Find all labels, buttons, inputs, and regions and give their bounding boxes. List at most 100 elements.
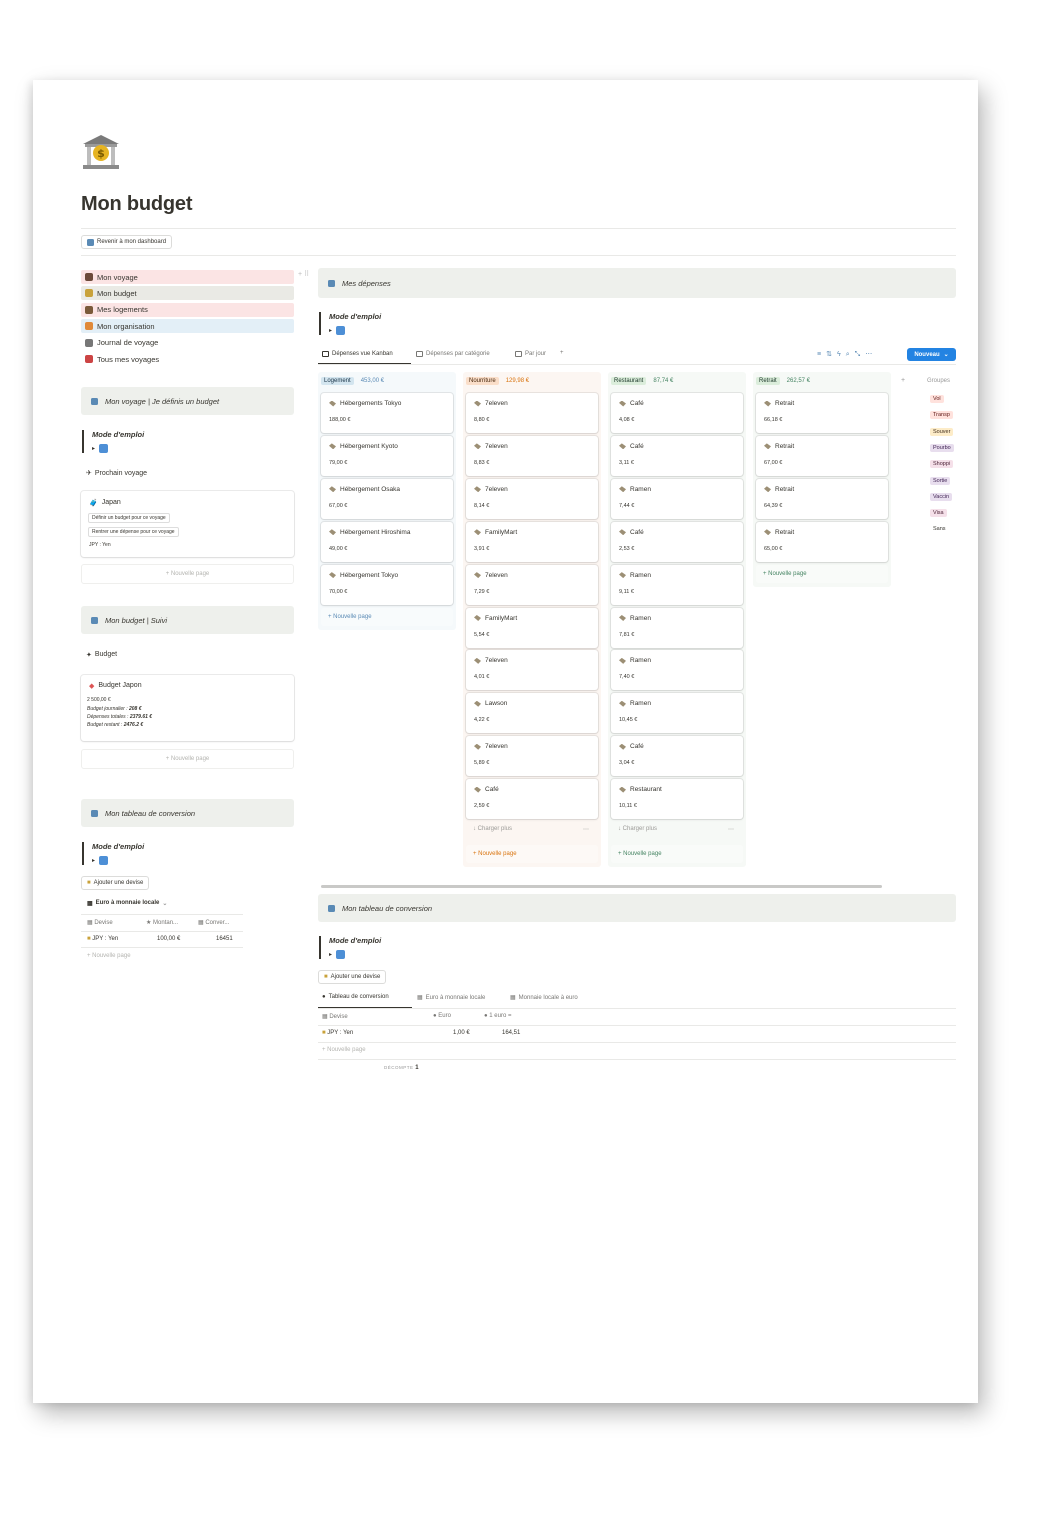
group-tag[interactable]: Pourbo xyxy=(930,443,954,452)
sparkle-icon: ✦ xyxy=(86,652,92,659)
toggle-icon[interactable]: ▸ xyxy=(329,951,332,958)
new-page-button[interactable]: + Nouvelle page xyxy=(87,953,131,959)
expense-card[interactable]: Hébergement Kyoto 79,00 € xyxy=(321,435,453,476)
column-header[interactable]: Retrait 262,57 € xyxy=(756,377,810,385)
new-page-button[interactable]: + Nouvelle page xyxy=(81,564,294,584)
horizontal-scrollbar[interactable] xyxy=(321,885,882,888)
expense-card[interactable]: Café 2,53 € xyxy=(611,521,743,562)
expense-card[interactable]: 7eleven 8,83 € xyxy=(466,435,598,476)
expense-card[interactable]: Hébergement Osaka 67,00 € xyxy=(321,478,453,519)
nav-item[interactable]: Mon organisation xyxy=(81,319,294,334)
nav-item[interactable]: Tous mes voyages xyxy=(81,352,294,366)
expense-card[interactable]: Hébergement Hiroshima 49,00 € xyxy=(321,521,453,562)
expense-card[interactable]: 7eleven 8,14 € xyxy=(466,478,598,519)
callout-conversion-left: Mon tableau de conversion xyxy=(81,799,294,827)
expense-card[interactable]: Ramen 7,44 € xyxy=(611,478,743,519)
toolbar-icons[interactable]: ≡⇅ϟ⌕⤡⋯ xyxy=(817,350,877,359)
expense-card[interactable]: Retrait 67,00 € xyxy=(756,435,888,476)
new-page-button[interactable]: + Nouvelle page xyxy=(611,845,743,863)
group-tag[interactable]: Visa xyxy=(930,509,947,518)
nav-item[interactable]: Journal de voyage xyxy=(81,336,294,350)
money-wings-icon xyxy=(474,700,481,707)
load-more-button[interactable]: ↓ Charger plus xyxy=(618,826,657,832)
column-header[interactable]: Logement 453,00 € xyxy=(321,377,384,385)
column-header[interactable]: Restaurant 87,74 € xyxy=(611,377,673,385)
more-icon[interactable]: ⋯ xyxy=(728,826,734,833)
add-group-button[interactable]: + xyxy=(901,377,905,384)
new-page-button[interactable]: + Nouvelle page xyxy=(81,749,294,769)
expense-card[interactable]: Café 3,11 € xyxy=(611,435,743,476)
add-currency-button[interactable]: ■ Ajouter une devise xyxy=(81,876,150,890)
toggle-icon[interactable]: ▸ xyxy=(92,857,95,864)
expense-card[interactable]: Hébergement Tokyo 70,00 € xyxy=(321,564,453,605)
tab-kanban[interactable]: Dépenses vue Kanban xyxy=(322,351,393,357)
tab-categorie[interactable]: Dépenses par catégorie xyxy=(416,351,490,357)
expense-card[interactable]: 7eleven 7,29 € xyxy=(466,564,598,605)
new-page-button[interactable]: + Nouvelle page xyxy=(756,564,888,583)
expense-card[interactable]: Lawson 4,22 € xyxy=(466,693,598,734)
expense-card[interactable]: Ramen 7,81 € xyxy=(611,607,743,648)
money-wings-icon xyxy=(474,572,481,579)
tab-tableau-conversion[interactable]: ● Tableau de conversion xyxy=(322,994,389,1000)
nav-item[interactable]: Mes logements xyxy=(81,302,294,317)
expense-card[interactable]: Ramen 9,11 € xyxy=(611,564,743,605)
expense-card[interactable]: Retrait 65,00 € xyxy=(756,521,888,562)
view-euro-local[interactable]: ▦ Euro à monnaie locale ⌄ xyxy=(87,900,167,907)
expense-card[interactable]: 7eleven 4,01 € xyxy=(466,650,598,691)
group-tag[interactable]: Shoppi xyxy=(930,460,954,469)
chevron-icon[interactable] xyxy=(91,397,98,405)
trip-budget-button[interactable]: Définir un budget pour ce voyage xyxy=(88,513,170,523)
new-page-button[interactable]: + Nouvelle page xyxy=(322,1047,366,1053)
tab-local-euro[interactable]: ▦ Monnaie locale à euro xyxy=(510,994,578,1002)
group-tag[interactable]: Transp xyxy=(930,411,953,420)
newspaper-icon xyxy=(85,338,93,347)
chevron-icon[interactable] xyxy=(91,616,98,624)
add-view-button[interactable]: + xyxy=(560,350,564,356)
tab-par-jour[interactable]: Par jour xyxy=(515,351,546,357)
expense-card[interactable]: 7eleven 5,89 € xyxy=(466,736,598,777)
toggle-icon[interactable]: ▸ xyxy=(92,445,95,452)
expense-card[interactable]: Hébergements Tokyo 188,00 € xyxy=(321,393,453,433)
trip-card[interactable]: 🧳 Japan Définir un budget pour ce voyage … xyxy=(81,491,294,557)
expense-card[interactable]: Retrait 64,39 € xyxy=(756,478,888,519)
expense-card[interactable]: 7eleven 8,80 € xyxy=(466,393,598,433)
toggle-icon[interactable]: ▸ xyxy=(329,327,332,334)
nav-item[interactable]: Mon voyage xyxy=(81,270,294,284)
back-to-dashboard-button[interactable]: Revenir à mon dashboard xyxy=(81,235,173,249)
expense-card[interactable]: Ramen 10,45 € xyxy=(611,693,743,734)
group-tag[interactable]: Vaccin xyxy=(930,492,953,501)
trip-expense-button[interactable]: Rentrer une dépense pour ce voyage xyxy=(88,527,179,537)
mode-emploi-main: Mode d'emploi ▸ xyxy=(319,312,381,335)
expense-card[interactable]: Retrait 66,18 € xyxy=(756,393,888,433)
more-icon[interactable]: ⋯ xyxy=(583,826,589,833)
nav-item[interactable]: Mon budget xyxy=(81,286,294,301)
expand-icon: ⤡ xyxy=(854,351,866,358)
expense-card[interactable]: Restaurant 10,11 € xyxy=(611,779,743,820)
expense-card[interactable]: Café 3,04 € xyxy=(611,736,743,777)
chevron-icon[interactable] xyxy=(328,904,335,912)
expense-card[interactable]: Café 2,59 € xyxy=(466,779,598,820)
money-wings-icon xyxy=(619,743,626,750)
budget-card[interactable]: ◆ Budget Japon 2 500,00 € Budget journali… xyxy=(81,675,294,741)
expense-card[interactable]: FamilyMart 3,91 € xyxy=(466,521,598,562)
chevron-icon[interactable] xyxy=(91,809,98,817)
drag-handle-icon[interactable]: + ⠿ xyxy=(298,270,309,278)
new-button[interactable]: Nouveau ⌄ xyxy=(907,348,956,361)
group-tag[interactable]: Souver xyxy=(930,427,954,436)
group-tag[interactable]: Sans xyxy=(930,525,949,533)
chevron-icon[interactable] xyxy=(328,279,335,287)
expense-card[interactable]: FamilyMart 5,54 € xyxy=(466,607,598,648)
expense-card[interactable]: Ramen 7,40 € xyxy=(611,650,743,691)
add-currency-button[interactable]: ■ Ajouter une devise xyxy=(318,970,387,984)
group-tag[interactable]: Vol xyxy=(930,395,944,403)
money-wings-icon xyxy=(329,486,336,493)
expense-card[interactable]: Café 4,08 € xyxy=(611,393,743,433)
tab-euro-local[interactable]: ▦ Euro à monnaie locale xyxy=(417,994,485,1002)
group-tag[interactable]: Sortie xyxy=(930,476,951,485)
column-header[interactable]: Nourriture 129,98 € xyxy=(466,377,529,385)
table-row[interactable]: ■ JPY : Yen xyxy=(87,936,118,942)
load-more-button[interactable]: ↓ Charger plus xyxy=(473,826,512,832)
table-row[interactable]: ■ JPY : Yen xyxy=(322,1030,353,1036)
new-page-button[interactable]: + Nouvelle page xyxy=(321,607,453,626)
new-page-button[interactable]: + Nouvelle page xyxy=(466,845,598,863)
